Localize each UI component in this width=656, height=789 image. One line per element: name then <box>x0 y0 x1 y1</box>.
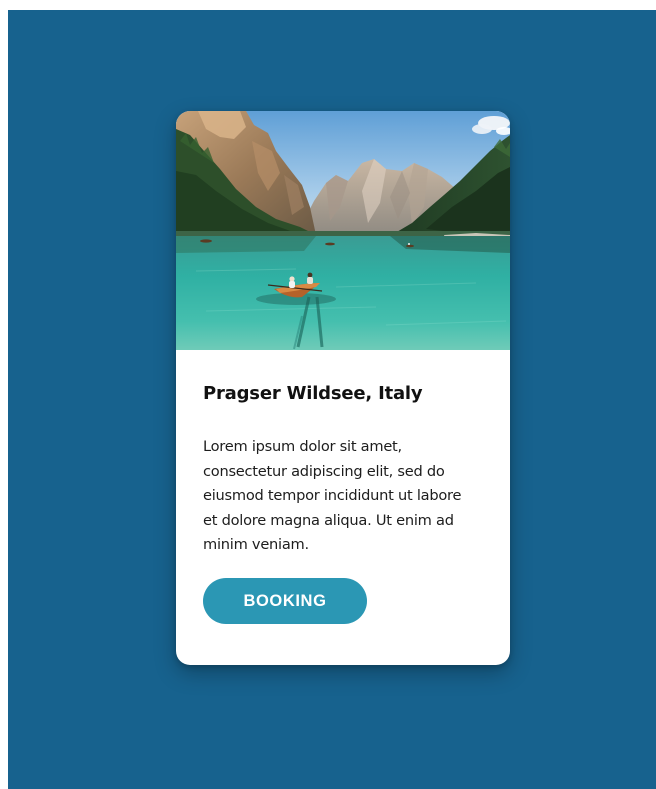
destination-description: Lorem ipsum dolor sit amet, consectetur … <box>203 438 462 553</box>
page-background: Pragser Wildsee, Italy Lorem ipsum dolor… <box>8 10 656 789</box>
destination-title: Pragser Wildsee, Italy <box>203 383 423 404</box>
destination-card: Pragser Wildsee, Italy Lorem ipsum dolor… <box>176 111 510 665</box>
lake-mountain-photo <box>176 111 510 350</box>
booking-button[interactable]: BOOKING <box>203 578 367 624</box>
